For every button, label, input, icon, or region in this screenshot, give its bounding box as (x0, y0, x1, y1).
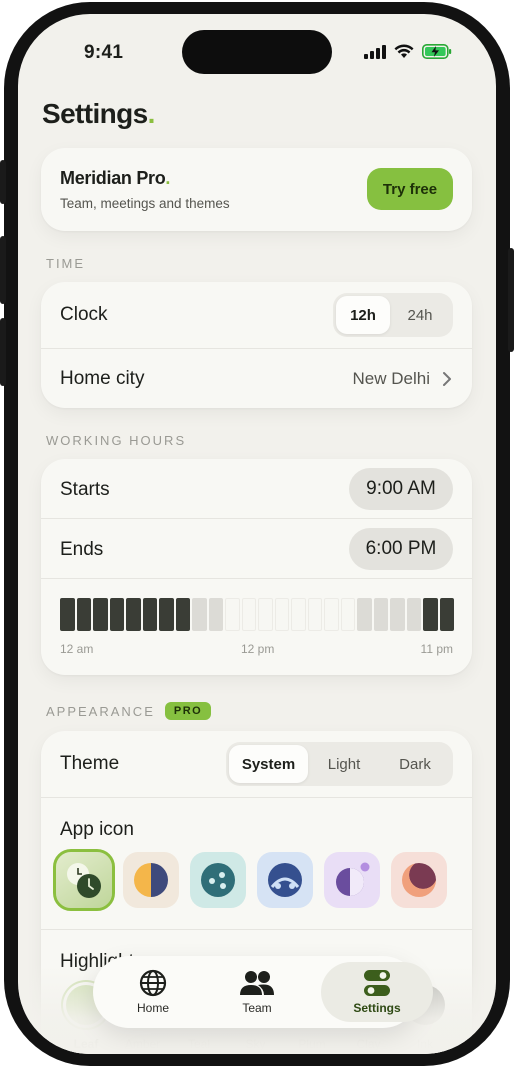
hour-block[interactable] (159, 598, 174, 631)
home-city-value: New Delhi (352, 369, 430, 388)
divider (41, 797, 472, 798)
pro-badge: PRO (164, 702, 212, 720)
axis-label-start: 12 am (60, 642, 94, 656)
tab-settings[interactable]: Settings (321, 962, 433, 1022)
wifi-icon (394, 44, 414, 58)
app-icon-clay[interactable] (391, 852, 447, 908)
working-hours-card: Starts 9:00 AM Ends 6:00 PM 12 am 12 pm … (41, 459, 472, 675)
starts-label: Starts (60, 479, 110, 500)
clay-orb-icon (402, 863, 436, 897)
app-icon-teal[interactable] (190, 852, 246, 908)
hour-block[interactable] (60, 598, 75, 631)
status-icons (364, 44, 452, 59)
hour-block[interactable] (258, 598, 273, 631)
globe-icon (139, 969, 167, 997)
hours-timeline[interactable] (60, 598, 454, 631)
hour-block[interactable] (241, 598, 256, 631)
planet-dots-icon (201, 863, 235, 897)
appearance-label: APPEARANCE (46, 703, 155, 719)
hour-block[interactable] (439, 598, 454, 631)
status-time: 9:41 (84, 42, 124, 63)
page-title: Settings. (42, 98, 155, 129)
hour-block[interactable] (340, 598, 355, 631)
toggles-icon (364, 970, 390, 996)
home-city-row[interactable]: Home city New Delhi (41, 349, 472, 408)
clock-format-segmented: 12h 24h (333, 293, 453, 337)
pro-promo-card: Meridian Pro. Team, meetings and themes … (41, 148, 472, 231)
tab-home[interactable]: Home (115, 962, 191, 1022)
tab-team-label: Team (242, 1001, 272, 1015)
screen: 9:41 Settings. Meridian Pro. Team, meeti… (18, 14, 496, 1054)
tab-settings-label: Settings (353, 1001, 401, 1015)
divider (41, 578, 472, 579)
status-bar: 9:41 (18, 14, 496, 74)
hour-block[interactable] (93, 598, 108, 631)
theme-option-dark[interactable]: Dark (380, 745, 450, 783)
home-city-label: Home city (60, 368, 145, 389)
hour-block[interactable] (126, 598, 141, 631)
theme-option-system[interactable]: System (229, 745, 308, 783)
clock-icon (67, 863, 101, 898)
hour-block[interactable] (406, 598, 421, 631)
action-button (0, 160, 6, 204)
power-button (508, 248, 514, 352)
starts-time-button[interactable]: 9:00 AM (349, 468, 453, 510)
theme-segmented: System Light Dark (226, 742, 453, 786)
globe-arc-icon (268, 863, 302, 897)
section-label-time: TIME (46, 256, 86, 271)
app-icon-sky[interactable] (257, 852, 313, 908)
hour-block[interactable] (192, 598, 207, 631)
hour-block[interactable] (357, 598, 372, 631)
promo-subtitle: Team, meetings and themes (60, 196, 230, 211)
volume-up-button (0, 236, 6, 304)
clock-label: Clock (60, 304, 108, 325)
tab-bar: Home Team Settings (93, 956, 433, 1028)
divider (41, 929, 472, 930)
time-card: Clock 12h 24h Home city New Delhi (41, 282, 472, 408)
app-icon-label: App icon (60, 819, 134, 840)
dynamic-island (182, 30, 332, 74)
app-icon-picker (53, 849, 447, 911)
section-label-working-hours: WORKING HOURS (46, 433, 187, 448)
signal-icon (364, 44, 386, 59)
hour-block[interactable] (208, 598, 223, 631)
clock-option-24h[interactable]: 24h (390, 296, 450, 334)
hour-block[interactable] (76, 598, 91, 631)
hour-block[interactable] (423, 598, 438, 631)
axis-label-mid: 12 pm (241, 642, 275, 656)
app-icon-plum[interactable] (324, 852, 380, 908)
hour-block[interactable] (109, 598, 124, 631)
team-icon (240, 971, 274, 995)
theme-option-light[interactable]: Light (308, 745, 380, 783)
hour-block[interactable] (225, 598, 240, 631)
volume-down-button (0, 318, 6, 386)
hour-block[interactable] (373, 598, 388, 631)
hour-block[interactable] (142, 598, 157, 631)
app-icon-leaf-clock[interactable] (53, 849, 115, 911)
promo-title: Meridian Pro. (60, 168, 171, 188)
ends-time-button[interactable]: 6:00 PM (349, 528, 453, 570)
ends-label: Ends (60, 539, 104, 560)
hour-block[interactable] (291, 598, 306, 631)
battery-charging-icon (422, 44, 452, 59)
hour-block[interactable] (324, 598, 339, 631)
chevron-right-icon (443, 372, 451, 386)
hour-block[interactable] (175, 598, 190, 631)
clock-option-12h[interactable]: 12h (336, 296, 390, 334)
hour-block[interactable] (307, 598, 322, 631)
half-moon-icon (134, 863, 168, 897)
hour-block[interactable] (390, 598, 405, 631)
tab-team[interactable]: Team (219, 962, 295, 1022)
try-free-button[interactable]: Try free (367, 168, 453, 210)
plum-moon-icon (336, 862, 370, 896)
divider (41, 518, 472, 519)
hour-block[interactable] (274, 598, 289, 631)
theme-label: Theme (60, 753, 120, 774)
section-label-appearance: APPEARANCE PRO (46, 702, 212, 720)
axis-label-end: 11 pm (420, 642, 453, 656)
app-icon-amber[interactable] (123, 852, 179, 908)
tab-home-label: Home (136, 1001, 169, 1015)
